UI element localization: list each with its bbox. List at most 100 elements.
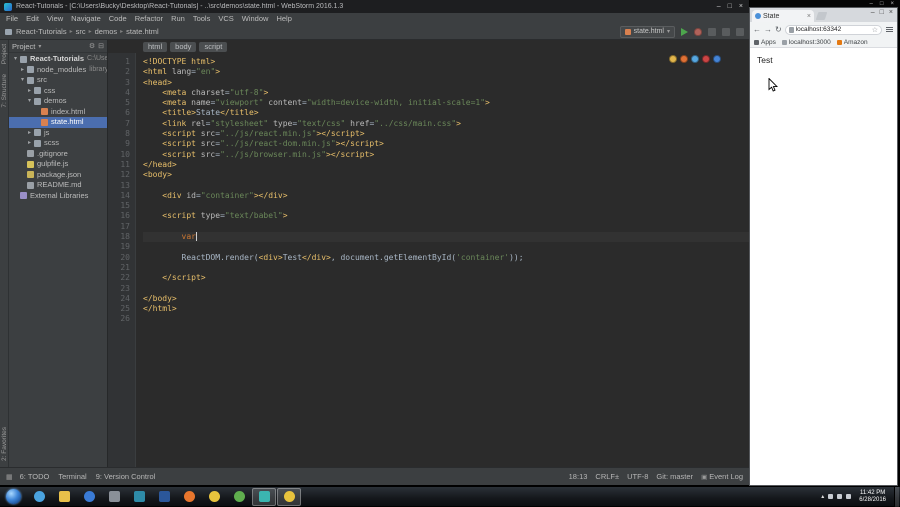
- project-panel-header[interactable]: Project ▾ ⚙ ⊟: [9, 40, 107, 53]
- safari-icon[interactable]: [691, 55, 699, 63]
- ie-icon[interactable]: [713, 55, 721, 63]
- show-desktop-button[interactable]: [894, 486, 899, 507]
- taskbar-camtasia[interactable]: [227, 488, 251, 506]
- line-number[interactable]: 6: [108, 108, 130, 118]
- breadcrumb-state-html[interactable]: state.html: [125, 27, 160, 36]
- code-line[interactable]: [143, 314, 749, 324]
- line-separator-indicator[interactable]: CRLF±: [595, 472, 619, 481]
- breadcrumb-demos[interactable]: demos: [94, 27, 119, 36]
- tag-crumb-script[interactable]: script: [199, 41, 228, 52]
- menu-code[interactable]: Code: [105, 14, 131, 23]
- structure-tool-button[interactable]: 7: Structure: [1, 74, 8, 108]
- minimize-button[interactable]: –: [717, 3, 721, 10]
- line-number[interactable]: 2: [108, 67, 130, 77]
- menu-view[interactable]: View: [43, 14, 67, 23]
- taskbar-webstorm[interactable]: [252, 487, 276, 506]
- editor-code[interactable]: <!DOCTYPE html> <html lang="en"> <head> <m…: [136, 53, 749, 467]
- chrome-menu-icon[interactable]: [885, 26, 894, 33]
- start-button[interactable]: [6, 489, 21, 504]
- run-button[interactable]: [681, 27, 688, 36]
- line-number[interactable]: 10: [108, 150, 130, 160]
- close-button[interactable]: ×: [739, 3, 743, 10]
- code-line[interactable]: <div id="container"></div>: [143, 191, 749, 201]
- bookmark-apps[interactable]: Apps: [754, 39, 776, 46]
- taskbar-word[interactable]: [152, 488, 176, 506]
- forward-icon[interactable]: →: [764, 25, 772, 34]
- line-number[interactable]: 13: [108, 181, 130, 191]
- code-line[interactable]: [143, 263, 749, 273]
- tool-windows-toggle-icon[interactable]: ▦: [6, 473, 13, 481]
- webstorm-titlebar[interactable]: React-Tutorials - [C:\Users\Bucky\Deskto…: [0, 0, 749, 13]
- menu-window[interactable]: Window: [238, 14, 273, 23]
- code-line[interactable]: var: [143, 232, 749, 243]
- bg-close-button[interactable]: ×: [890, 1, 894, 7]
- line-number[interactable]: 17: [108, 222, 130, 232]
- line-number[interactable]: 20: [108, 253, 130, 263]
- maximize-button[interactable]: □: [728, 3, 732, 10]
- code-line[interactable]: [143, 222, 749, 232]
- code-line[interactable]: [143, 181, 749, 191]
- code-line[interactable]: <meta name="viewport" content="width=dev…: [143, 98, 749, 108]
- reload-icon[interactable]: ↻: [775, 25, 782, 34]
- line-number[interactable]: 1: [108, 57, 130, 67]
- tray-network-icon[interactable]: [828, 494, 834, 499]
- project-tool-button[interactable]: Project: [1, 44, 8, 64]
- search-everywhere-button[interactable]: [736, 27, 744, 36]
- collapse-all-icon[interactable]: ⊟: [98, 42, 104, 50]
- back-icon[interactable]: ←: [753, 25, 761, 34]
- new-tab-button[interactable]: [815, 12, 828, 20]
- caret-position-indicator[interactable]: 18:13: [569, 472, 588, 481]
- code-line[interactable]: </html>: [143, 304, 749, 314]
- tree-item-css[interactable]: ▸ css: [9, 86, 107, 97]
- code-line[interactable]: <script src="../js/browser.min.js"></scr…: [143, 150, 749, 160]
- status-terminal[interactable]: Terminal: [58, 472, 86, 481]
- line-number[interactable]: 23: [108, 284, 130, 294]
- menu-tools[interactable]: Tools: [189, 14, 215, 23]
- code-line[interactable]: <script type="text/babel">: [143, 211, 749, 221]
- line-number[interactable]: 12: [108, 170, 130, 180]
- taskbar-firefox[interactable]: [177, 488, 201, 506]
- bg-maximize-button[interactable]: □: [880, 1, 884, 7]
- breadcrumb-src[interactable]: src: [75, 27, 87, 36]
- code-line[interactable]: <script src="../js/react-dom.min.js"></s…: [143, 139, 749, 149]
- tree-item-package-json[interactable]: package.json: [9, 170, 107, 181]
- line-number[interactable]: 25: [108, 304, 130, 314]
- encoding-indicator[interactable]: UTF-8: [627, 472, 648, 481]
- bookmark-localhost-3000[interactable]: localhost:3000: [781, 39, 831, 46]
- chrome-minimize-button[interactable]: –: [871, 9, 875, 16]
- menu-run[interactable]: Run: [167, 14, 189, 23]
- code-line[interactable]: ReactDOM.render(<div>Test</div>, documen…: [143, 253, 749, 263]
- code-line[interactable]: <!DOCTYPE html>: [143, 57, 749, 67]
- project-view-dropdown-icon[interactable]: ▾: [38, 43, 41, 50]
- status-6-todo[interactable]: 6: TODO: [20, 472, 50, 481]
- line-number[interactable]: 24: [108, 294, 130, 304]
- line-number[interactable]: 18: [108, 232, 130, 242]
- line-number[interactable]: 16: [108, 211, 130, 221]
- line-number[interactable]: 21: [108, 263, 130, 273]
- code-line[interactable]: <script src="../js/react.min.js"></scrip…: [143, 129, 749, 139]
- code-line[interactable]: </head>: [143, 160, 749, 170]
- bookmark-amazon[interactable]: Amazon: [836, 39, 868, 46]
- code-line[interactable]: <meta charset="utf-8">: [143, 88, 749, 98]
- menu-file[interactable]: File: [2, 14, 22, 23]
- run-config-select[interactable]: state.html ▾: [619, 25, 675, 38]
- tree-item-external-libraries[interactable]: External Libraries: [9, 191, 107, 202]
- line-number[interactable]: 19: [108, 242, 130, 252]
- tray-volume-icon[interactable]: [837, 494, 843, 499]
- line-number[interactable]: 9: [108, 139, 130, 149]
- tree-item-gitignore[interactable]: .gitignore: [9, 149, 107, 160]
- debug-button[interactable]: [694, 27, 702, 36]
- tree-item-js[interactable]: ▸ js: [9, 128, 107, 139]
- taskbar-app-gray[interactable]: [102, 488, 126, 506]
- taskbar-internet-explorer[interactable]: [27, 488, 51, 506]
- code-line[interactable]: <body>: [143, 170, 749, 180]
- taskbar-chrome-window[interactable]: [277, 487, 301, 506]
- tree-item-react-tutorials[interactable]: ▾ React-TutorialsC:\Users\Bu: [9, 54, 107, 65]
- tray-expand-icon[interactable]: ▴: [821, 493, 824, 500]
- breadcrumb-react-tutorials[interactable]: React-Tutorials: [15, 27, 68, 36]
- tag-crumb-body[interactable]: body: [170, 41, 197, 52]
- taskbar-file-explorer[interactable]: [52, 488, 76, 506]
- tree-item-state-html[interactable]: state.html: [9, 117, 107, 128]
- line-number[interactable]: 11: [108, 160, 130, 170]
- menu-help[interactable]: Help: [272, 14, 295, 23]
